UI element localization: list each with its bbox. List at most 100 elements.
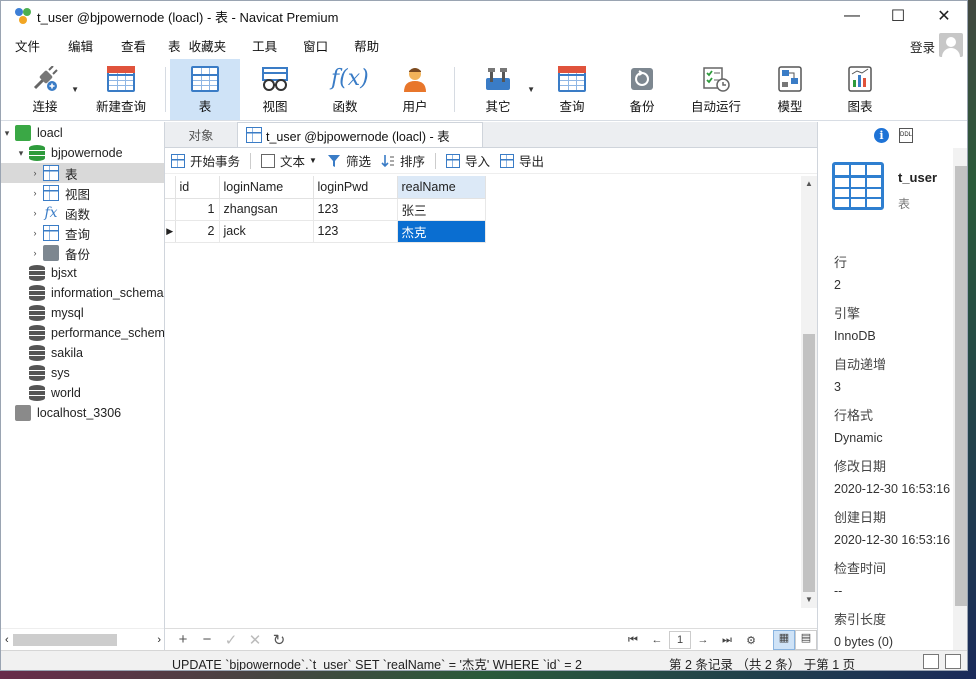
expand-arrow-icon[interactable]: › bbox=[29, 188, 41, 198]
minimize-button[interactable]: — bbox=[829, 1, 875, 31]
user-button[interactable]: 用户 bbox=[380, 59, 450, 120]
backup-button[interactable]: 备份 bbox=[607, 59, 677, 120]
tree-database-sakila[interactable]: sakila bbox=[1, 343, 164, 363]
tree-item-queries[interactable]: › 查询 bbox=[1, 223, 164, 243]
scroll-down-icon[interactable]: ▼ bbox=[801, 592, 817, 608]
tree-item-tables[interactable]: › 表 bbox=[1, 163, 164, 183]
previous-page-icon[interactable]: ← bbox=[645, 634, 669, 646]
cell-loginname[interactable]: zhangsan bbox=[219, 198, 314, 221]
cell-loginpwd[interactable]: 123 bbox=[313, 220, 398, 243]
apply-changes-button[interactable]: ✓ bbox=[219, 631, 243, 649]
automation-button[interactable]: 自动运行 bbox=[677, 59, 755, 120]
text-button[interactable]: 文本 ▼ bbox=[261, 151, 317, 170]
cell-id[interactable]: 2 bbox=[175, 220, 220, 243]
menu-window[interactable]: 窗口 bbox=[295, 36, 336, 55]
tab-t-user[interactable]: t_user @bjpowernode (loacl) - 表 bbox=[237, 122, 483, 147]
tree-database-mysql[interactable]: mysql bbox=[1, 303, 164, 323]
export-button[interactable]: 导出 bbox=[500, 151, 544, 170]
cell-realname[interactable]: 张三 bbox=[397, 198, 486, 221]
user-avatar-icon[interactable] bbox=[939, 33, 963, 57]
text-dropdown-icon[interactable]: ▼ bbox=[309, 156, 317, 165]
filter-button[interactable]: 筛选 bbox=[327, 151, 371, 170]
cell-loginname[interactable]: jack bbox=[219, 220, 314, 243]
column-header-realname[interactable]: realName bbox=[397, 176, 486, 199]
chart-button[interactable]: 图表 bbox=[825, 59, 895, 120]
row-marker[interactable] bbox=[165, 198, 176, 221]
scrollbar-thumb[interactable] bbox=[803, 334, 815, 592]
cell-id[interactable]: 1 bbox=[175, 198, 220, 221]
add-record-button[interactable]: + bbox=[171, 631, 195, 648]
tree-database-world[interactable]: world bbox=[1, 383, 164, 403]
table-row[interactable]: ▶ 2 jack 123 杰克 bbox=[165, 220, 486, 243]
table-row[interactable]: 1 zhangsan 123 张三 bbox=[165, 198, 486, 221]
tree-database-bjsxt[interactable]: bjsxt bbox=[1, 263, 164, 283]
import-button[interactable]: 导入 bbox=[445, 151, 490, 170]
tree-database-performance-schema[interactable]: performance_schema bbox=[1, 323, 164, 343]
other-dropdown-icon[interactable]: ▼ bbox=[527, 85, 535, 94]
table-button[interactable]: 表 bbox=[170, 59, 240, 120]
refresh-button[interactable]: ↻ bbox=[267, 631, 291, 649]
cell-loginpwd[interactable]: 123 bbox=[313, 198, 398, 221]
cell-realname-selected[interactable]: 杰克 bbox=[397, 220, 486, 243]
menu-favorites[interactable]: 收藏夹 bbox=[189, 36, 235, 55]
tab-objects[interactable]: 对象 bbox=[165, 122, 237, 147]
maximize-button[interactable]: ☐ bbox=[875, 1, 921, 31]
login-link[interactable]: 登录 bbox=[910, 37, 935, 56]
page-number-input[interactable]: 1 bbox=[669, 631, 691, 649]
tree-database-bjpowernode[interactable]: ▾ bjpowernode bbox=[1, 143, 164, 163]
menu-help[interactable]: 帮助 bbox=[346, 36, 387, 55]
toggle-info-panel-icon[interactable] bbox=[945, 654, 961, 669]
tree-connection-loacl[interactable]: ▾ loacl bbox=[1, 123, 164, 143]
info-icon[interactable]: i bbox=[874, 127, 889, 143]
model-button[interactable]: 模型 bbox=[755, 59, 825, 120]
settings-gear-icon[interactable]: ⚙ bbox=[739, 634, 763, 647]
grid-vertical-scrollbar[interactable]: ▲ ▼ bbox=[801, 176, 817, 608]
view-button[interactable]: 视图 bbox=[240, 59, 310, 120]
delete-record-button[interactable]: − bbox=[195, 631, 219, 648]
form-view-icon[interactable]: ▤ bbox=[795, 630, 817, 650]
menu-edit[interactable]: 编辑 bbox=[60, 36, 101, 55]
close-button[interactable]: ✕ bbox=[921, 1, 967, 31]
menu-file[interactable]: 文件 bbox=[7, 36, 48, 55]
new-query-button[interactable]: 新建查询 bbox=[81, 59, 161, 120]
expand-arrow-icon[interactable]: › bbox=[29, 228, 41, 238]
expand-arrow-icon[interactable]: › bbox=[29, 208, 41, 218]
scroll-right-icon[interactable]: › bbox=[157, 634, 161, 646]
tree-item-backups[interactable]: › 备份 bbox=[1, 243, 164, 263]
scroll-left-icon[interactable]: ‹ bbox=[5, 634, 9, 646]
other-button[interactable]: ▼ 其它 bbox=[459, 59, 537, 120]
tree-item-functions[interactable]: › fx 函数 bbox=[1, 203, 164, 223]
grid-view-icon[interactable]: ▦ bbox=[773, 630, 795, 650]
tree-connection-localhost[interactable]: localhost_3306 bbox=[1, 403, 164, 423]
begin-transaction-button[interactable]: 开始事务 bbox=[171, 151, 240, 170]
tree-database-information-schema[interactable]: information_schema bbox=[1, 283, 164, 303]
menu-view[interactable]: 查看 bbox=[113, 36, 154, 55]
menu-table[interactable]: 表 bbox=[160, 36, 189, 55]
expand-arrow-icon[interactable]: › bbox=[29, 248, 41, 258]
info-panel-scrollbar[interactable] bbox=[953, 148, 967, 650]
last-page-icon[interactable]: ⏭ bbox=[715, 634, 739, 647]
tree-database-sys[interactable]: sys bbox=[1, 363, 164, 383]
first-page-icon[interactable]: ⏮ bbox=[621, 634, 645, 647]
expand-arrow-icon[interactable]: › bbox=[29, 168, 41, 178]
scrollbar-thumb[interactable] bbox=[955, 166, 967, 606]
column-header-loginpwd[interactable]: loginPwd bbox=[313, 176, 398, 199]
next-page-icon[interactable]: → bbox=[691, 634, 715, 646]
sidebar-horizontal-scrollbar[interactable]: ‹ › bbox=[1, 628, 164, 650]
column-header-id[interactable]: id bbox=[175, 176, 220, 199]
current-row-marker-icon[interactable]: ▶ bbox=[165, 220, 176, 243]
collapse-arrow-icon[interactable]: ▾ bbox=[15, 148, 27, 159]
scroll-up-icon[interactable]: ▲ bbox=[801, 176, 817, 192]
tree-item-views[interactable]: › 视图 bbox=[1, 183, 164, 203]
sort-button[interactable]: 排序 bbox=[381, 151, 425, 170]
connect-dropdown-icon[interactable]: ▼ bbox=[71, 85, 79, 94]
menu-tools[interactable]: 工具 bbox=[244, 36, 285, 55]
toggle-sidebar-icon[interactable] bbox=[923, 654, 939, 669]
function-button[interactable]: f(x) 函数 bbox=[310, 59, 380, 120]
ddl-icon[interactable]: DDL bbox=[899, 127, 913, 143]
query-button[interactable]: 查询 bbox=[537, 59, 607, 120]
discard-changes-button[interactable]: ✕ bbox=[243, 631, 267, 649]
scrollbar-thumb[interactable] bbox=[12, 633, 117, 646]
collapse-arrow-icon[interactable]: ▾ bbox=[1, 128, 13, 139]
column-header-loginname[interactable]: loginName bbox=[219, 176, 314, 199]
